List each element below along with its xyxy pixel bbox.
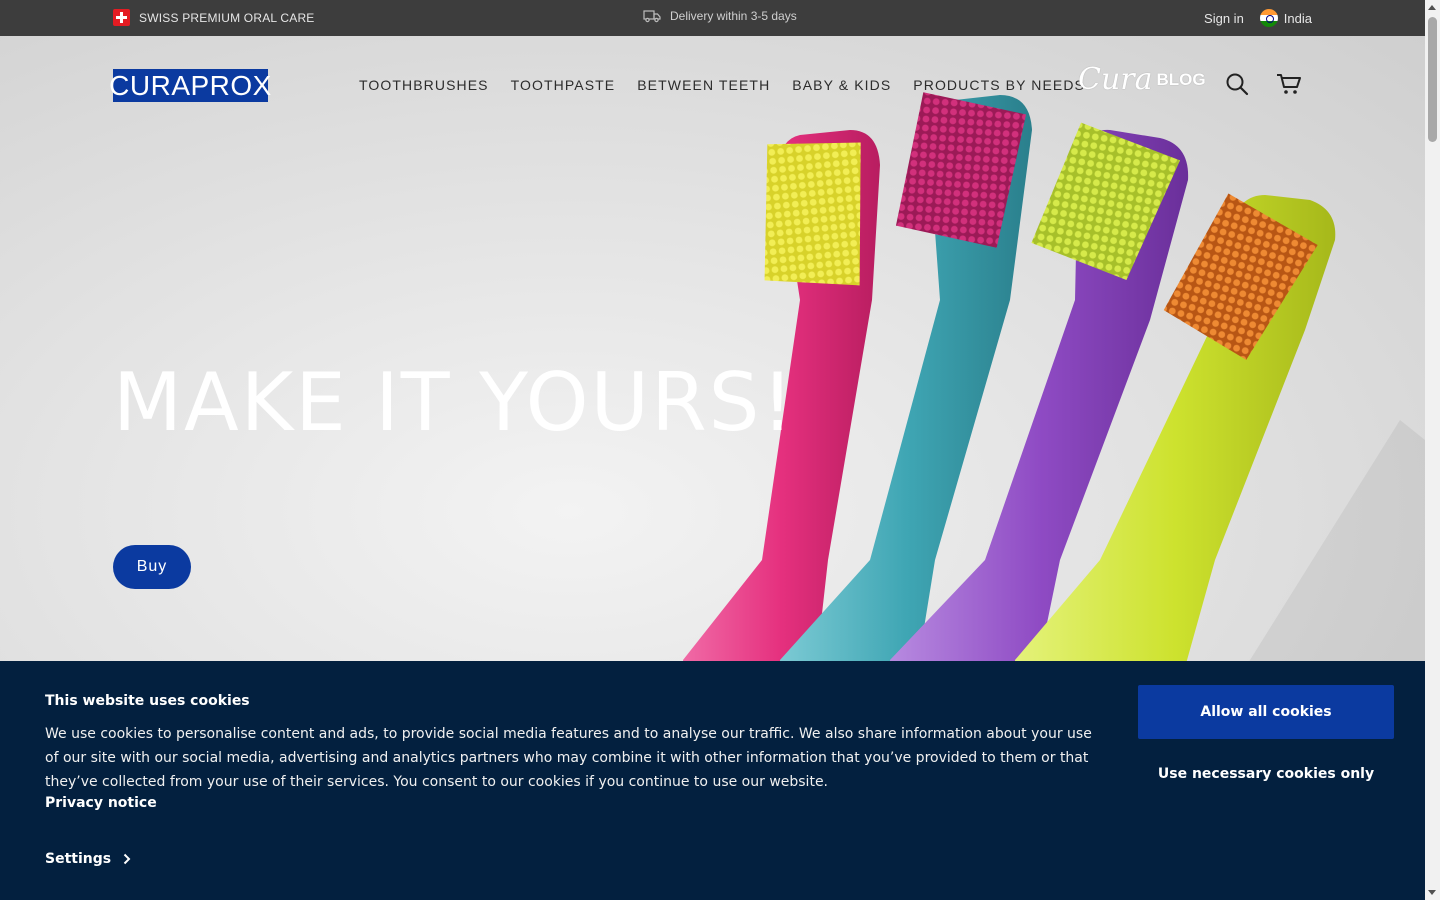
hero-title: MAKE IT YOURS! (113, 356, 796, 449)
tagline-text: SWISS PREMIUM ORAL CARE (139, 10, 315, 25)
cookie-body: We use cookies to personalise content an… (45, 726, 1092, 790)
scroll-thumb[interactable] (1428, 17, 1437, 142)
india-flag-icon (1259, 9, 1278, 27)
scroll-up-arrow-icon[interactable] (1428, 5, 1436, 10)
curaprox-logo[interactable]: CURAPROX (109, 69, 271, 102)
logo-text: CURAPROX (109, 69, 272, 101)
delivery-text: Delivery within 3-5 days (670, 9, 797, 23)
buy-button[interactable]: Buy (113, 545, 191, 589)
blog-script-text: Cura (1078, 62, 1153, 97)
chevron-right-icon (123, 853, 131, 865)
privacy-notice-link[interactable]: Privacy notice (45, 795, 157, 811)
settings-label: Settings (45, 851, 112, 867)
swiss-flag-icon (113, 9, 130, 26)
nav-item-baby-kids[interactable]: BABY & KIDS (792, 77, 891, 93)
truck-icon (643, 10, 661, 23)
scroll-down-arrow-icon[interactable] (1428, 890, 1436, 895)
cookie-banner: This website uses cookies We use cookies… (0, 661, 1425, 900)
cart-icon[interactable] (1276, 72, 1302, 96)
delivery-info: Delivery within 3-5 days (643, 9, 797, 23)
cookie-title: This website uses cookies (45, 693, 250, 709)
page-scrollbar[interactable] (1425, 0, 1440, 900)
country-selector[interactable]: India (1259, 9, 1312, 27)
brand-tagline: SWISS PREMIUM ORAL CARE (113, 9, 315, 26)
blog-word-text: BLOG (1156, 69, 1206, 89)
search-icon[interactable] (1225, 72, 1249, 96)
country-label: India (1283, 10, 1312, 26)
nav-item-products-by-needs[interactable]: PRODUCTS BY NEEDS (913, 77, 1085, 93)
necessary-cookies-button[interactable]: Use necessary cookies only (1138, 756, 1394, 792)
nav-item-toothpaste[interactable]: TOOTHPASTE (511, 77, 616, 93)
cura-blog-link[interactable]: Cura BLOG (1078, 62, 1206, 97)
main-nav: TOOTHBRUSHES TOOTHPASTE BETWEEN TEETH BA… (359, 77, 1085, 93)
allow-all-cookies-button[interactable]: Allow all cookies (1138, 685, 1394, 739)
nav-item-toothbrushes[interactable]: TOOTHBRUSHES (359, 77, 489, 93)
top-utility-bar: SWISS PREMIUM ORAL CARE Delivery within … (0, 0, 1425, 36)
nav-item-between-teeth[interactable]: BETWEEN TEETH (637, 77, 770, 93)
cookie-settings-link[interactable]: Settings (45, 851, 131, 867)
sign-in-link[interactable]: Sign in (1204, 11, 1244, 26)
